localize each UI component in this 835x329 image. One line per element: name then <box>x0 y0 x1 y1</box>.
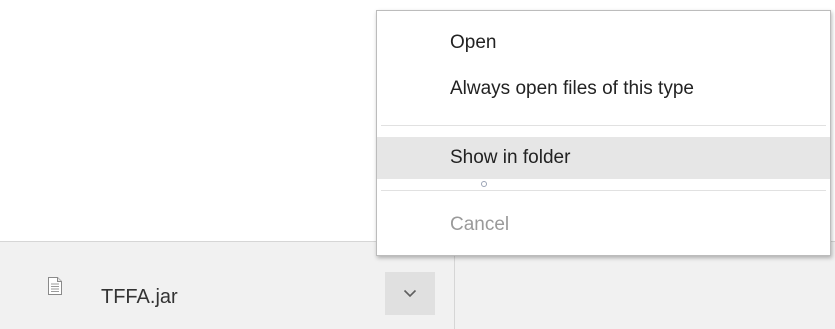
menu-item-cancel[interactable]: Cancel <box>377 204 830 246</box>
download-context-menu: Open Always open files of this type Show… <box>376 10 831 256</box>
menu-separator <box>381 190 826 191</box>
document-icon <box>47 277 63 295</box>
menu-item-show-in-folder[interactable]: Show in folder <box>377 137 830 179</box>
chevron-down-icon <box>403 285 417 303</box>
download-menu-button[interactable] <box>385 272 435 315</box>
menu-item-open[interactable]: Open <box>377 22 830 64</box>
menu-separator <box>381 125 826 126</box>
mouse-cursor-icon <box>481 181 487 187</box>
download-file-name[interactable]: TFFA.jar <box>101 285 178 309</box>
menu-item-always-open[interactable]: Always open files of this type <box>377 68 830 110</box>
